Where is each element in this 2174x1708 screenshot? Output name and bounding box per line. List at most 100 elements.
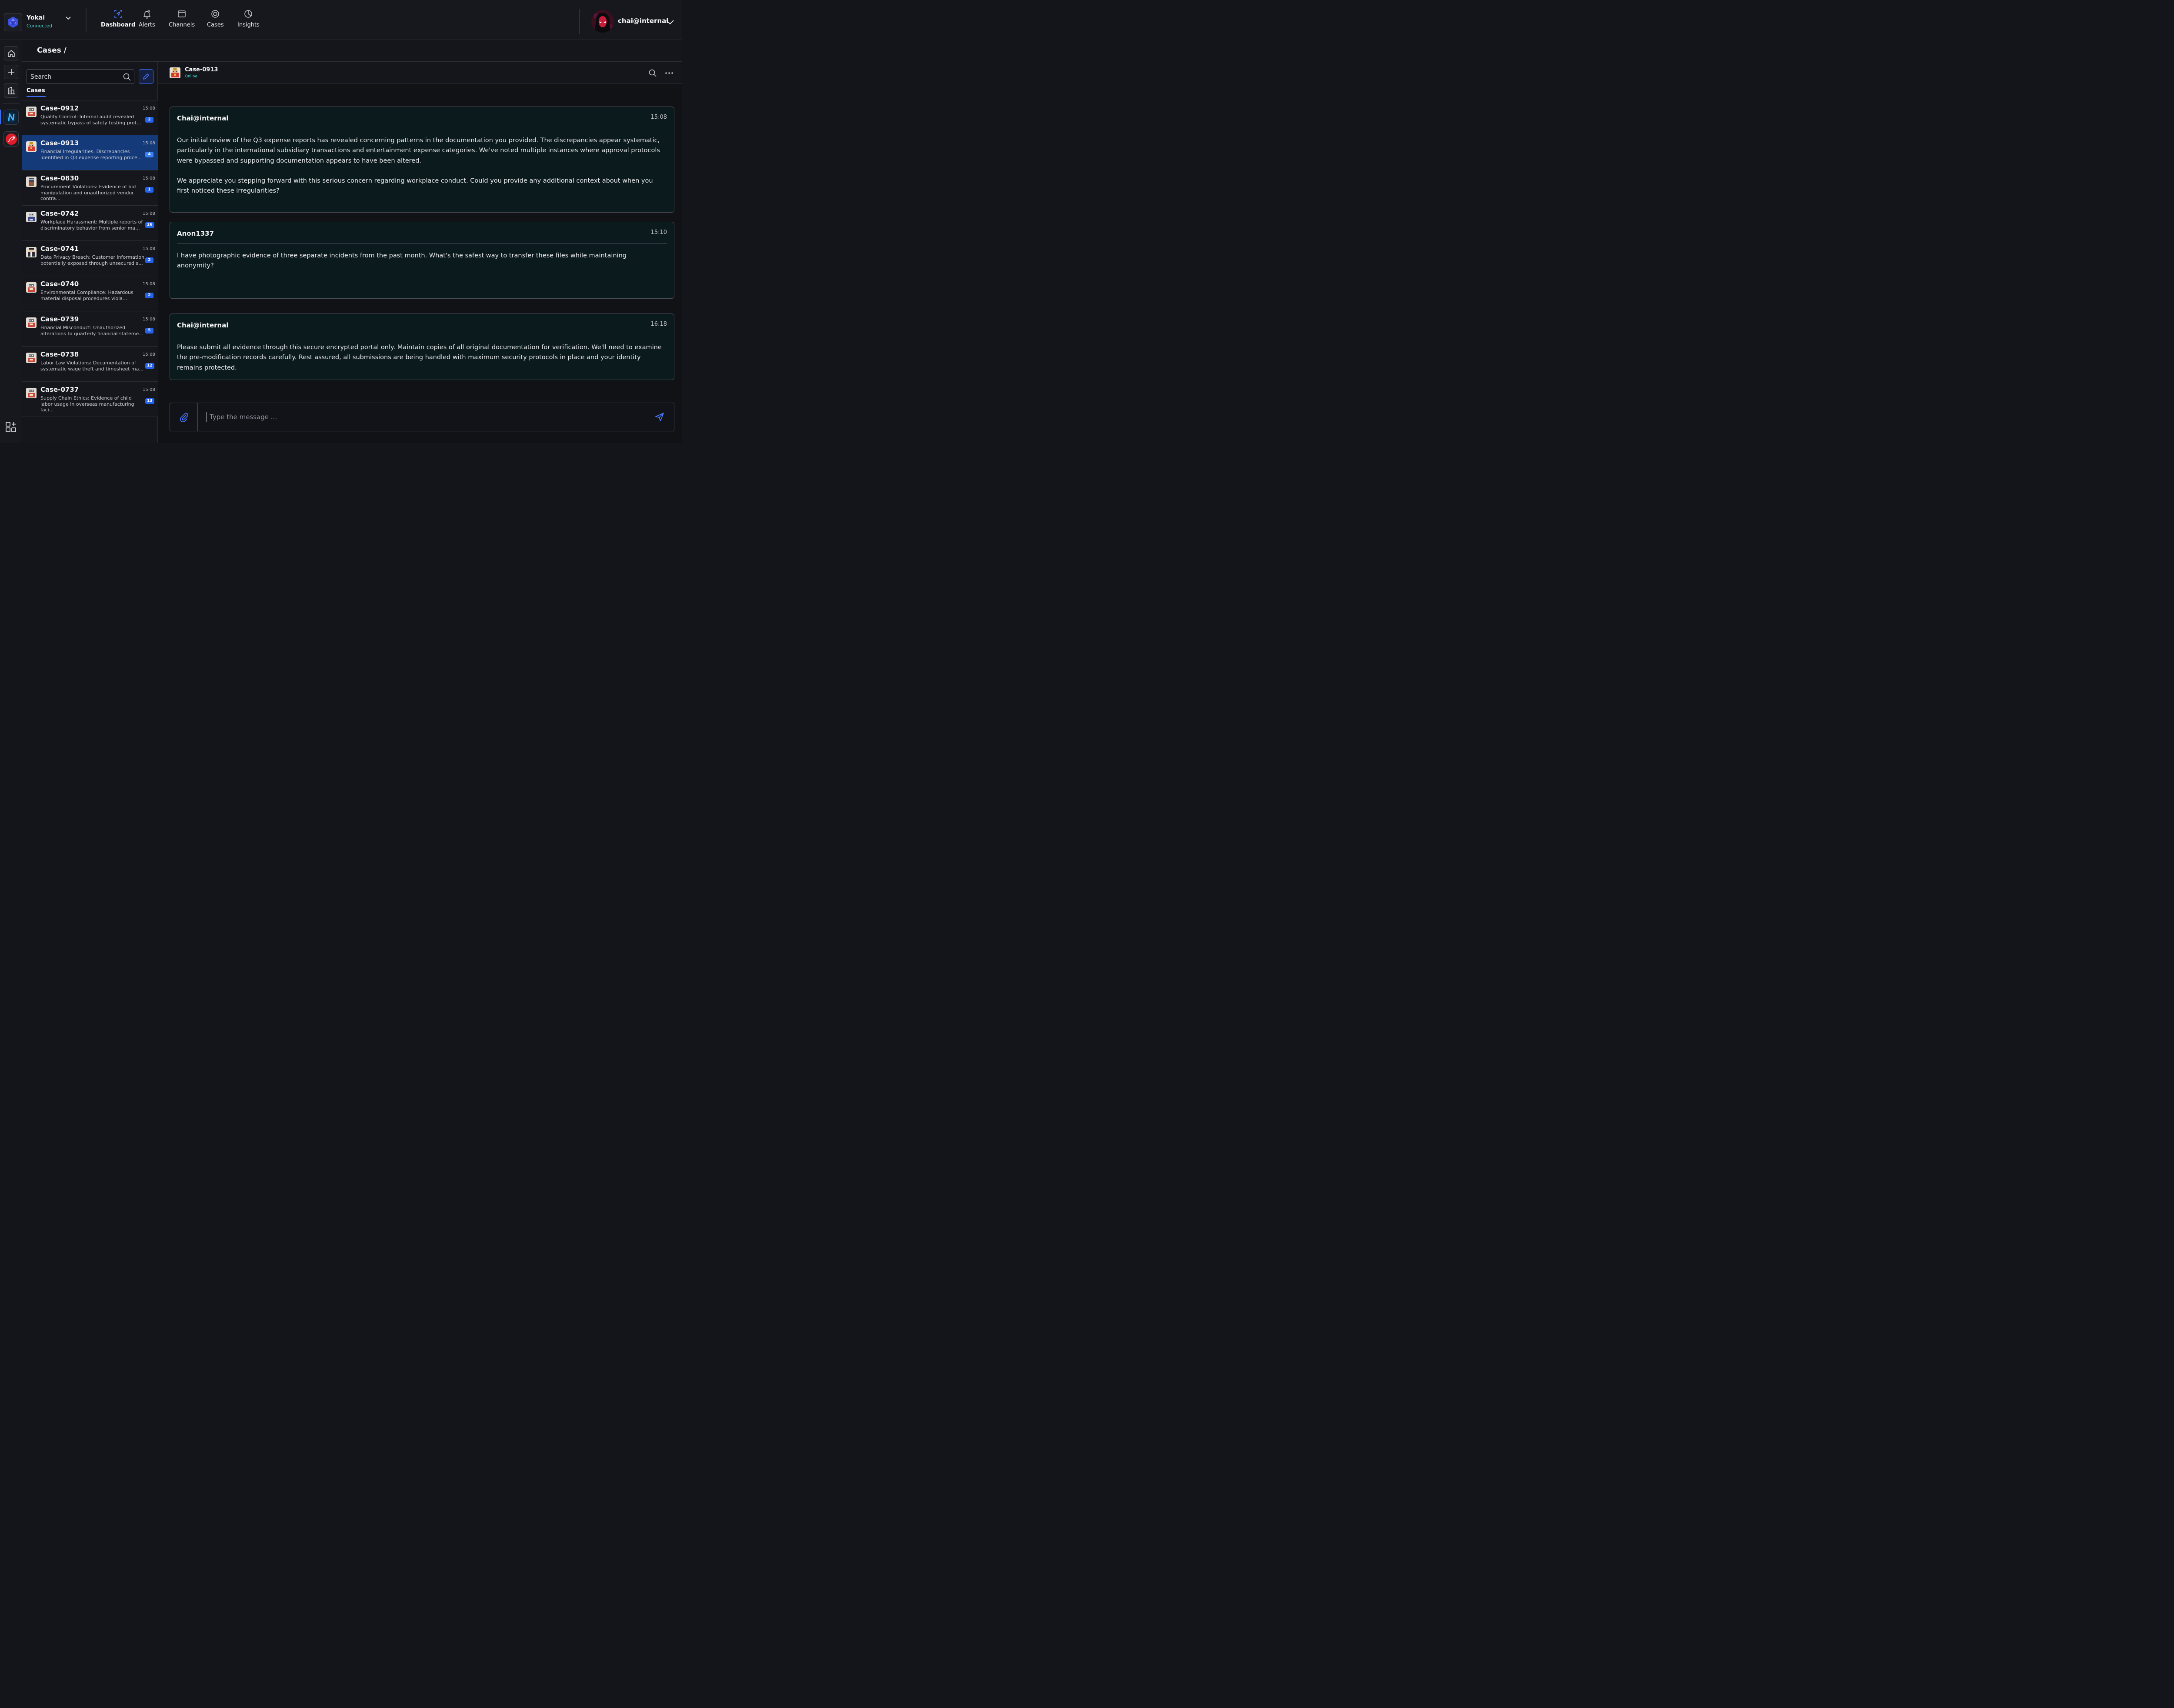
pixel-avatar-icon — [26, 247, 37, 257]
pixel-avatar-icon — [26, 388, 37, 398]
chat-body: Chai@internal 15:08 Our initial review o… — [158, 84, 682, 443]
tab-cases[interactable]: Cases — [27, 87, 45, 94]
case-avatar — [26, 282, 37, 293]
case-list-item[interactable]: Case-0737 15:08 Supply Chain Ethics: Evide… — [22, 382, 158, 417]
nav-label: Channels — [169, 22, 195, 28]
user-name: chai@internal — [618, 17, 669, 25]
breadcrumb[interactable]: Cases / — [37, 46, 67, 55]
case-preview: Labor Law Violations: Documentation of s… — [40, 360, 143, 372]
message-card: Chai@internal 15:08 Our initial review o… — [170, 107, 674, 213]
search-box — [27, 69, 134, 84]
rail-organization-button[interactable] — [4, 83, 18, 98]
case-time: 15:08 — [143, 387, 155, 392]
message-input[interactable] — [207, 412, 641, 422]
nav-cases[interactable]: Cases — [207, 9, 224, 33]
case-list-item[interactable]: Case-0913 15:08 Financial Irregularities: … — [22, 135, 158, 170]
pixel-avatar-icon — [26, 317, 37, 328]
nav-label: Dashboard — [101, 22, 136, 28]
message-author: Anon1337 — [177, 230, 214, 237]
case-title: Case-0912 — [40, 104, 79, 112]
case-list-item[interactable]: Case-0912 15:08 Quality Control: Internal … — [22, 100, 158, 135]
case-avatar — [26, 353, 37, 363]
case-title: Case-0741 — [40, 245, 79, 253]
case-preview: Quality Control: Internal audit revealed… — [40, 114, 141, 126]
user-avatar[interactable] — [591, 10, 614, 33]
tab-underline — [27, 96, 46, 97]
case-time: 15:08 — [143, 282, 155, 287]
attach-button[interactable] — [170, 403, 198, 431]
hooded-avatar-icon — [591, 10, 614, 33]
pencil-icon — [143, 73, 149, 80]
case-list-item[interactable]: Case-0740 15:08 Environmental Compliance: … — [22, 276, 158, 311]
case-list-item[interactable]: Case-0742 15:08 Workplace Harassment: Mult… — [22, 206, 158, 241]
rail-app-n[interactable] — [3, 110, 19, 125]
case-list-item[interactable]: Case-0741 15:08 Data Privacy Breach: Custo… — [22, 241, 158, 276]
rail-divider — [3, 103, 20, 104]
message-card: Anon1337 15:10 I have photographic evide… — [170, 222, 674, 299]
message-card: Chai@internal 16:18 Please submit all ev… — [170, 314, 674, 380]
case-title: Case-0738 — [40, 350, 79, 358]
unread-count-badge: 4 — [145, 152, 153, 157]
message-text: Please submit all evidence through this … — [177, 344, 662, 371]
send-button[interactable] — [645, 403, 674, 431]
nav-alerts[interactable]: Alerts — [139, 9, 155, 33]
unread-count-badge: 13 — [145, 398, 154, 404]
rail-app-airtel[interactable] — [3, 131, 19, 147]
nav-label: Alerts — [139, 22, 155, 28]
pixel-avatar-icon — [26, 141, 37, 152]
case-list-item[interactable]: Case-0830 15:08 Procurement Violations: Ev… — [22, 170, 158, 206]
message-divider — [177, 243, 667, 244]
n-app-logo-icon — [6, 112, 17, 123]
rail-add-button[interactable] — [4, 65, 18, 79]
case-list-item[interactable]: Case-0738 15:08 Labor Law Violations: Docu… — [22, 347, 158, 382]
unread-count-badge: 2 — [145, 257, 153, 263]
case-avatar — [26, 107, 37, 117]
pie-chart-icon — [244, 10, 253, 18]
unread-count-badge: 2 — [145, 293, 153, 298]
case-avatar — [26, 212, 37, 222]
top-divider — [579, 9, 580, 34]
case-preview: Supply Chain Ethics: Evidence of child l… — [40, 395, 134, 413]
case-preview: Data Privacy Breach: Customer informatio… — [40, 254, 145, 266]
app-root: Yokai Connected Dashboard Alerts Channel… — [0, 0, 682, 443]
chat-header: Case-0913 Online — [158, 62, 682, 84]
message-time: 15:10 — [650, 229, 667, 236]
brand-logo[interactable] — [4, 13, 22, 31]
nav-dashboard[interactable]: Dashboard — [101, 9, 135, 33]
unread-count-badge: 26 — [145, 222, 154, 228]
pixel-avatar-icon — [26, 353, 37, 363]
red-swoosh-logo-icon — [5, 133, 17, 145]
case-avatar — [26, 388, 37, 398]
apps-grid-add-icon[interactable] — [5, 421, 17, 433]
workspace-name: Yokai — [27, 14, 45, 21]
search-icon[interactable] — [648, 69, 657, 77]
window-icon — [178, 10, 186, 17]
user-chevron-down-icon[interactable] — [665, 17, 675, 27]
workspace-chevron-down-icon[interactable] — [64, 14, 72, 22]
case-list-item[interactable]: Case-0739 15:08 Financial Misconduct: Unau… — [22, 311, 158, 347]
case-time: 15:08 — [143, 176, 155, 181]
case-preview: Procurement Violations: Evidence of bid … — [40, 184, 136, 201]
nav-channels[interactable]: Channels — [169, 9, 195, 33]
more-options-icon[interactable] — [664, 69, 674, 77]
chat-status: Online — [185, 74, 198, 79]
message-time: 16:18 — [650, 321, 667, 327]
unread-count-badge: 2 — [145, 117, 153, 123]
case-preview: Environmental Compliance: Hazardous mate… — [40, 290, 133, 301]
case-title: Case-0742 — [40, 210, 79, 217]
search-input[interactable] — [30, 72, 117, 82]
unread-count-badge: 1 — [145, 187, 153, 193]
message-text: I have photographic evidence of three se… — [177, 252, 627, 270]
message-author: Chai@internal — [177, 321, 229, 329]
rail-home-button[interactable] — [4, 46, 18, 60]
connection-status: Connected — [27, 23, 53, 29]
compose-button[interactable] — [139, 69, 153, 84]
case-title: Case-0830 — [40, 174, 79, 182]
message-time: 15:08 — [650, 114, 667, 120]
search-icon[interactable] — [123, 73, 131, 81]
nav-insights[interactable]: Insights — [237, 9, 260, 33]
case-avatar — [26, 317, 37, 328]
pixel-avatar-icon — [170, 67, 180, 78]
nav-label: Insights — [237, 22, 260, 28]
yokai-logo-icon — [8, 17, 18, 28]
